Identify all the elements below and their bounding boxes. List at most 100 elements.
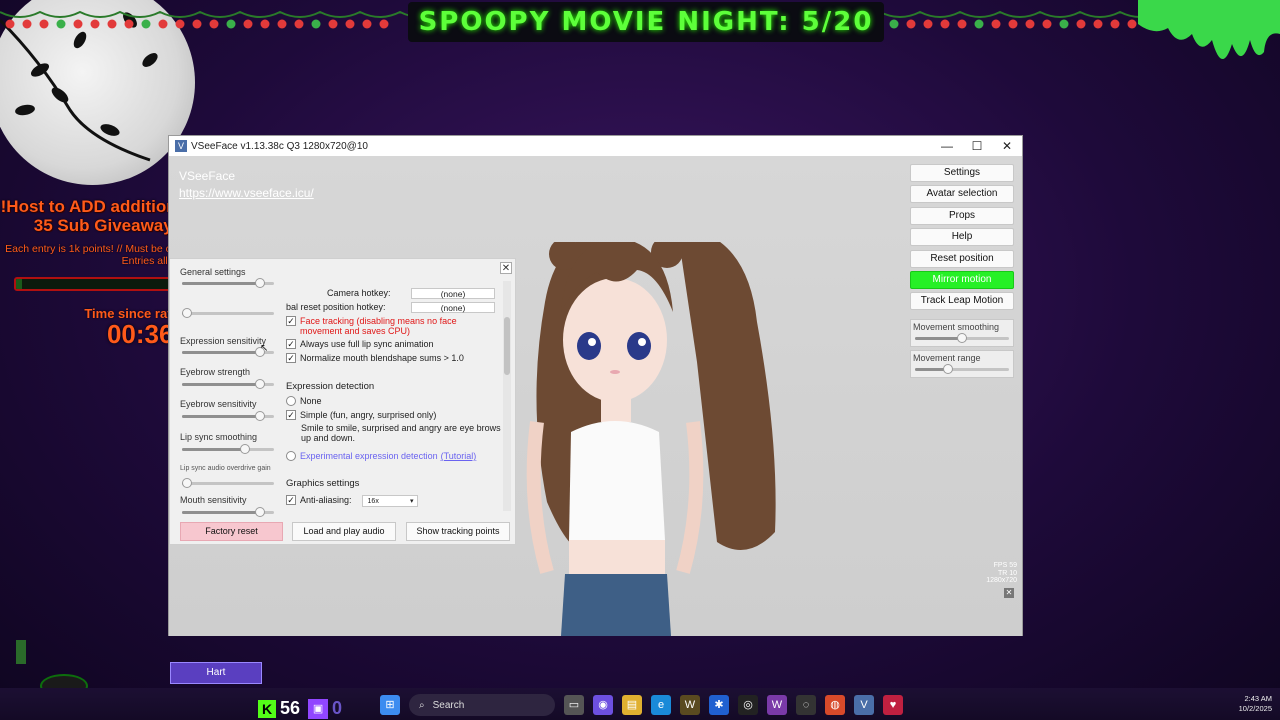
clock-date: 10/2/2025 [1238, 704, 1272, 713]
light-bulb [957, 19, 967, 29]
slider-fill [182, 383, 261, 386]
reset-position-button[interactable]: Reset position [910, 249, 1014, 268]
reset-position-hotkey-field[interactable]: (none) [411, 302, 495, 313]
edge-icon[interactable]: e [651, 695, 671, 715]
light-bulb [192, 19, 202, 29]
track-leap-motion-button[interactable]: Track Leap Motion [910, 292, 1014, 311]
discord-icon[interactable]: ◉ [593, 695, 613, 715]
app-name-label: VSeeFace [179, 169, 236, 183]
slime-decoration [1138, 0, 1280, 60]
show-tracking-points-button[interactable]: Show tracking points [406, 522, 510, 541]
face-tracking-option[interactable]: ✓ Face tracking (disabling means no face… [286, 316, 486, 336]
bluetooth-app-icon[interactable]: ✱ [709, 695, 729, 715]
slider-handle[interactable] [255, 507, 266, 517]
light-bulb [277, 19, 287, 29]
vseeface-taskbar-icon[interactable]: V [854, 695, 874, 715]
expression-simple-label: Simple (fun, angry, surprised only) [300, 410, 437, 420]
stream-banner: SPOOPY MOVIE NIGHT: 5/20 [408, 2, 884, 42]
tutorial-link[interactable]: (Tutorial) [441, 451, 477, 461]
right-control-panel: Settings Avatar selection Props Help Res… [910, 164, 1014, 379]
mouth-sensitivity-slider[interactable]: Mouth sensitivity [180, 495, 280, 517]
settings-button[interactable]: Settings [910, 164, 1014, 182]
full-lip-sync-checkbox[interactable]: ✓ [286, 339, 296, 349]
light-bulb [1008, 19, 1018, 29]
warcraft-icon[interactable]: W [680, 695, 700, 715]
props-button[interactable]: Props [910, 206, 1014, 225]
slider-fill [182, 448, 245, 451]
expression-experimental-option[interactable]: Experimental expression detection (Tutor… [286, 451, 476, 461]
settings-close-button[interactable]: ✕ [500, 262, 512, 274]
taskbar-icons: ⊞ ⌕ Search ▭ ◉ ▤ e W ✱ ◎ W ◌ ◍ V ♥ [380, 694, 903, 716]
avatar-viewport[interactable]: VSeeFace https://www.vseeface.icu/ Setti… [169, 156, 1022, 636]
light-bulb [311, 19, 321, 29]
expression-experimental-radio[interactable] [286, 451, 296, 461]
mirror-motion-button[interactable]: Mirror motion [910, 270, 1014, 289]
load-audio-button[interactable]: Load and play audio [292, 522, 396, 541]
anti-aliasing-select[interactable]: 16x ▾ [361, 495, 418, 507]
help-button[interactable]: Help [910, 228, 1014, 247]
resolution-readout: 1280x720 [986, 577, 1017, 584]
expression-simple-option[interactable]: ✓ Simple (fun, angry, surprised only) [286, 410, 436, 420]
slider-track [182, 411, 274, 421]
slider-handle[interactable] [255, 411, 266, 421]
website-link[interactable]: https://www.vseeface.icu/ [179, 186, 314, 200]
slider-handle[interactable] [957, 333, 967, 344]
slider-handle[interactable] [239, 444, 250, 454]
window-titlebar[interactable]: V VSeeFace v1.13.38c Q3 1280x720@10 — ☐ … [169, 136, 1022, 156]
settings-scrollbar[interactable] [503, 281, 511, 511]
vseeface-app-icon: V [175, 140, 187, 152]
obs-icon[interactable]: ◌ [796, 695, 816, 715]
expression-none-label: None [300, 396, 322, 406]
factory-reset-button[interactable]: Factory reset [180, 522, 283, 541]
expression-simple-radio[interactable]: ✓ [286, 410, 296, 420]
normalize-mouth-checkbox[interactable]: ✓ [286, 353, 296, 363]
camera-hotkey-field[interactable]: (none) [411, 288, 495, 299]
light-bulb [889, 19, 899, 29]
taskbar-clock[interactable]: 2:43 AM 10/2/2025 [1222, 694, 1272, 714]
full-lip-sync-option[interactable]: ✓ Always use full lip sync animation [286, 339, 434, 349]
minimize-button[interactable]: — [932, 139, 962, 153]
expression-none-option[interactable]: None [286, 396, 322, 406]
chrome-icon[interactable]: ◍ [825, 695, 845, 715]
face-tracking-checkbox[interactable]: ✓ [286, 316, 296, 326]
slider-handle[interactable] [942, 364, 953, 375]
anti-aliasing-checkbox[interactable]: ✓ [286, 495, 296, 505]
expression-none-radio[interactable] [286, 396, 296, 406]
normalize-mouth-option[interactable]: ✓ Normalize mouth blendshape sums > 1.0 [286, 353, 464, 363]
movement-range-slider[interactable]: Movement range [910, 350, 1014, 379]
close-button[interactable]: ✕ [992, 139, 1022, 153]
lip-sync-smoothing-slider[interactable]: Lip sync smoothing [180, 432, 280, 454]
light-bulb [124, 19, 134, 29]
windows-start-icon[interactable]: ⊞ [380, 695, 400, 715]
light-bulb [1059, 19, 1069, 29]
file-explorer-icon[interactable]: ▤ [622, 695, 642, 715]
anti-aliasing-option[interactable]: ✓ Anti-aliasing: 16x ▾ [286, 495, 418, 507]
eyebrow-strength-slider[interactable]: Eyebrow strength [180, 367, 280, 389]
steam-icon[interactable]: ◎ [738, 695, 758, 715]
hide-ui-icon[interactable]: ✕ [1004, 588, 1014, 598]
slider-handle[interactable] [255, 278, 266, 288]
avatar-selection-button[interactable]: Avatar selection [910, 185, 1014, 204]
scrollbar-thumb[interactable] [504, 317, 510, 375]
slider-handle[interactable] [181, 308, 192, 318]
eyebrow-sensitivity-slider[interactable]: Eyebrow sensitivity [180, 399, 280, 421]
graphics-settings-heading: Graphics settings [286, 478, 360, 489]
taskbar-search-box[interactable]: ⌕ Search [409, 694, 555, 716]
full-lip-sync-label: Always use full lip sync animation [300, 339, 434, 349]
maximize-button[interactable]: ☐ [962, 139, 992, 153]
giveaway-progress-fill [16, 279, 22, 289]
slider-track [182, 379, 274, 389]
slider-handle[interactable] [181, 478, 192, 488]
light-bulb [107, 19, 117, 29]
reset-position-hotkey-label: bal reset position hotkey: [286, 302, 386, 312]
slider-handle[interactable] [255, 379, 266, 389]
light-bulb [1025, 19, 1035, 29]
location-app-icon[interactable]: ♥ [883, 695, 903, 715]
slider-label: Lip sync smoothing [180, 432, 258, 442]
lip-sync-overdrive-slider[interactable]: Lip sync audio overdrive gain [180, 465, 280, 488]
task-view-icon[interactable]: ▭ [564, 695, 584, 715]
word-icon[interactable]: W [767, 695, 787, 715]
anti-aliasing-label: Anti-aliasing: [300, 495, 352, 505]
movement-smoothing-slider[interactable]: Movement smoothing [910, 319, 1014, 348]
general-settings-slider[interactable]: General settings [180, 267, 280, 288]
